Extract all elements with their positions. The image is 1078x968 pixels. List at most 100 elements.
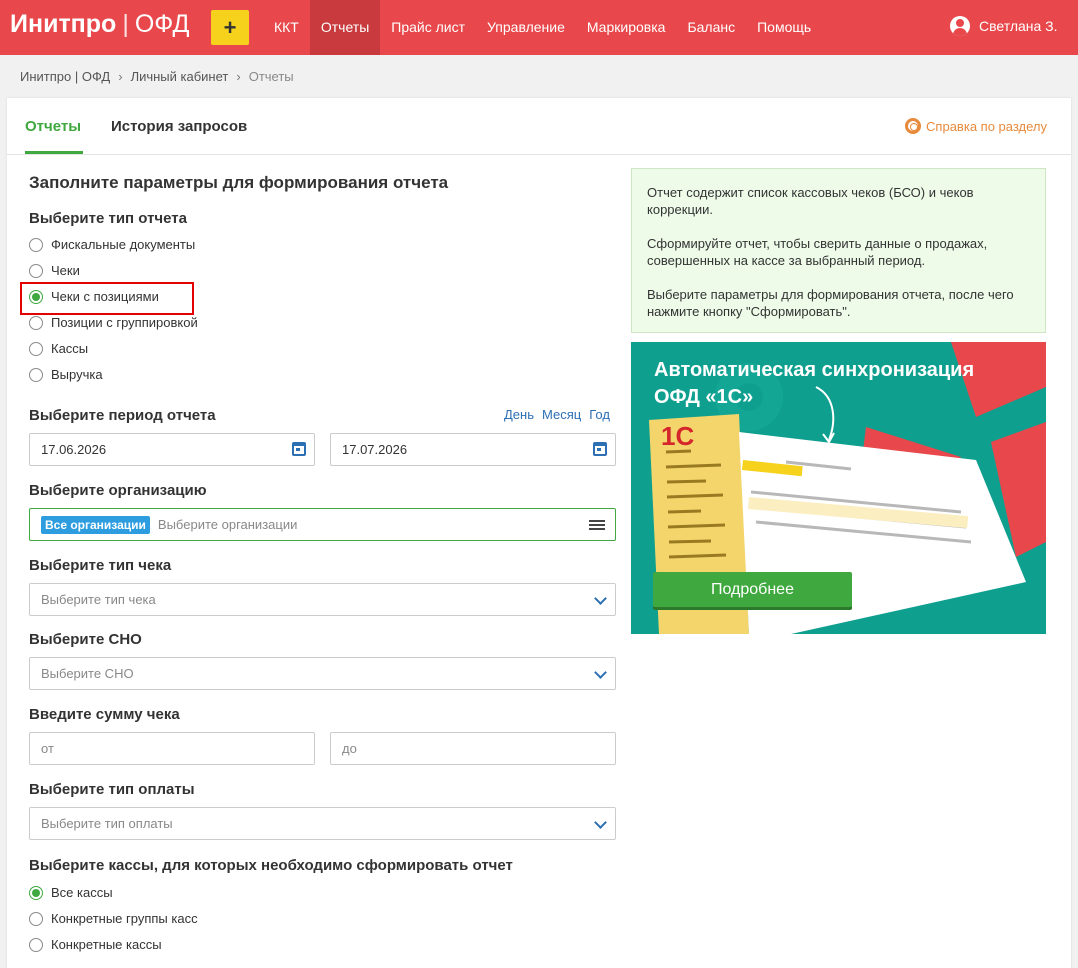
report-info-panel: Отчет содержит список кассовых чеков (БС… (631, 168, 1046, 333)
amount-label: Введите сумму чека (29, 706, 180, 723)
breadcrumb-item-cabinet[interactable]: Личный кабинет (131, 69, 229, 84)
banner-more-button[interactable]: Подробнее (653, 572, 852, 607)
nav-item-management[interactable]: Управление (476, 0, 576, 55)
kkt-scope-option-specific[interactable]: Конкретные кассы (29, 937, 162, 952)
tabs-bar: Отчеты История запросов Справка по разде… (7, 98, 1071, 155)
sno-select[interactable]: Выберите СНО (29, 657, 616, 690)
amount-from-input[interactable]: от (29, 732, 315, 765)
report-type-option-kkt[interactable]: Кассы (29, 341, 88, 356)
report-type-option-fiscal[interactable]: Фискальные документы (29, 237, 195, 252)
user-menu[interactable]: Светлана З. (950, 16, 1058, 36)
top-navbar: Инитпро | ОФД + ККТ Отчеты Прайс лист Упра… (0, 0, 1078, 55)
radio-button[interactable] (29, 937, 43, 952)
promo-banner-1c[interactable]: 1С Автоматическая синхронизация ОФД «1С»… (631, 342, 1046, 634)
list-icon[interactable] (589, 520, 605, 531)
breadcrumb: Инитпро | ОФД › Личный кабинет › Отчеты (20, 69, 294, 84)
radio-button[interactable] (29, 911, 43, 926)
kkt-scope-option-groups[interactable]: Конкретные группы касс (29, 911, 198, 926)
radio-button[interactable] (29, 367, 43, 382)
date-to-value: 17.07.2026 (342, 442, 408, 457)
form-heading: Заполните параметры для формирования отч… (29, 173, 449, 192)
organization-placeholder: Выберите организации (157, 517, 298, 532)
logo-separator: | (122, 10, 129, 38)
active-tab-indicator (25, 151, 83, 154)
kkt-scope-label: Выберите кассы, для которых необходимо с… (29, 857, 513, 874)
period-month-link[interactable]: Месяц (542, 407, 581, 422)
lifebuoy-icon (905, 118, 922, 134)
radio-label: Конкретные группы касс (51, 911, 198, 926)
date-to-field[interactable]: 17.07.2026 (330, 433, 616, 466)
report-type-label: Выберите тип отчета (29, 210, 187, 227)
report-type-option-revenue[interactable]: Выручка (29, 367, 103, 382)
logo[interactable]: Инитпро | ОФД (10, 10, 189, 39)
chevron-down-icon (594, 816, 607, 829)
radio-label: Выручка (51, 367, 103, 382)
nav-item-help[interactable]: Помощь (746, 0, 822, 55)
nav-item-marking[interactable]: Маркировка (576, 0, 677, 55)
period-label: Выберите период отчета (29, 407, 216, 424)
check-type-select[interactable]: Выберите тип чека (29, 583, 616, 616)
nav-item-kkt[interactable]: ККТ (263, 0, 310, 55)
breadcrumb-separator: › (118, 69, 123, 84)
radio-button[interactable] (29, 341, 43, 356)
sno-placeholder: Выберите СНО (41, 666, 134, 681)
amount-to-placeholder: до (342, 741, 357, 756)
tab-request-history[interactable]: История запросов (111, 118, 247, 135)
period-year-link[interactable]: Год (589, 407, 610, 422)
help-link[interactable]: Справка по разделу (905, 118, 1047, 134)
reports-card: Отчеты История запросов Справка по разде… (7, 98, 1071, 968)
radio-label: Фискальные документы (51, 237, 196, 252)
calendar-icon[interactable] (593, 442, 607, 456)
logo-main-text: Инитпро (10, 10, 117, 38)
info-paragraph: Выберите параметры для формирования отче… (647, 287, 1014, 319)
banner-title-line-2: ОФД «1С» (654, 386, 754, 408)
nav-item-reports[interactable]: Отчеты (309, 0, 381, 55)
report-type-option-grouped-items[interactable]: Позиции с группировкой (29, 315, 198, 330)
radio-label: Конкретные кассы (51, 937, 162, 952)
logo-sub-text: ОФД (134, 10, 190, 38)
check-type-label: Выберите тип чека (29, 557, 172, 574)
logo-1c-text: 1С (661, 421, 694, 451)
radio-button[interactable] (29, 315, 43, 330)
nav-item-price-list[interactable]: Прайс лист (380, 0, 476, 55)
chevron-down-icon (594, 666, 607, 679)
calendar-icon[interactable] (292, 442, 306, 456)
info-paragraph: Отчет содержит список кассовых чеков (БС… (647, 185, 974, 217)
payment-type-label: Выберите тип оплаты (29, 781, 195, 798)
report-type-option-checks[interactable]: Чеки (29, 263, 80, 278)
sno-label: Выберите СНО (29, 631, 142, 648)
radio-label: Позиции с группировкой (51, 315, 198, 330)
radio-label: Кассы (51, 341, 89, 356)
tab-reports[interactable]: Отчеты (25, 118, 81, 135)
amount-from-placeholder: от (41, 741, 54, 756)
user-circle-icon (950, 16, 970, 36)
banner-title-line-1: Автоматическая синхронизация (654, 359, 975, 381)
kkt-scope-option-all[interactable]: Все кассы (29, 885, 113, 900)
check-type-placeholder: Выберите тип чека (41, 592, 156, 607)
payment-type-select[interactable]: Выберите тип оплаты (29, 807, 616, 840)
banner-title: Автоматическая синхронизация ОФД «1С» (654, 357, 974, 411)
radio-label: Все кассы (51, 885, 113, 900)
date-from-field[interactable]: 17.06.2026 (29, 433, 315, 466)
radio-button[interactable] (29, 237, 43, 252)
date-from-value: 17.06.2026 (41, 442, 107, 457)
info-paragraph: Сформируйте отчет, чтобы сверить данные … (647, 236, 988, 268)
main-nav: ККТ Отчеты Прайс лист Управление Маркиро… (263, 0, 822, 55)
breadcrumb-item-current: Отчеты (248, 69, 294, 84)
chevron-down-icon (594, 592, 607, 605)
nav-item-balance[interactable]: Баланс (676, 0, 746, 55)
organization-select[interactable]: Все организации Выберите организации (29, 508, 616, 541)
help-link-label: Справка по разделу (926, 118, 1047, 134)
radio-button-selected[interactable] (29, 885, 43, 900)
organization-label: Выберите организацию (29, 482, 207, 499)
radio-button[interactable] (29, 263, 43, 278)
breadcrumb-item-home[interactable]: Инитпро | ОФД (20, 69, 110, 84)
period-day-link[interactable]: День (504, 407, 534, 422)
amount-to-input[interactable]: до (330, 732, 616, 765)
breadcrumb-separator: › (236, 69, 241, 84)
period-quick-links: День Месяц Год (504, 407, 610, 422)
radio-label: Чеки (51, 263, 80, 278)
organization-tag[interactable]: Все организации (41, 515, 150, 534)
add-button[interactable]: + (211, 10, 249, 45)
selection-highlight-box (20, 282, 194, 315)
